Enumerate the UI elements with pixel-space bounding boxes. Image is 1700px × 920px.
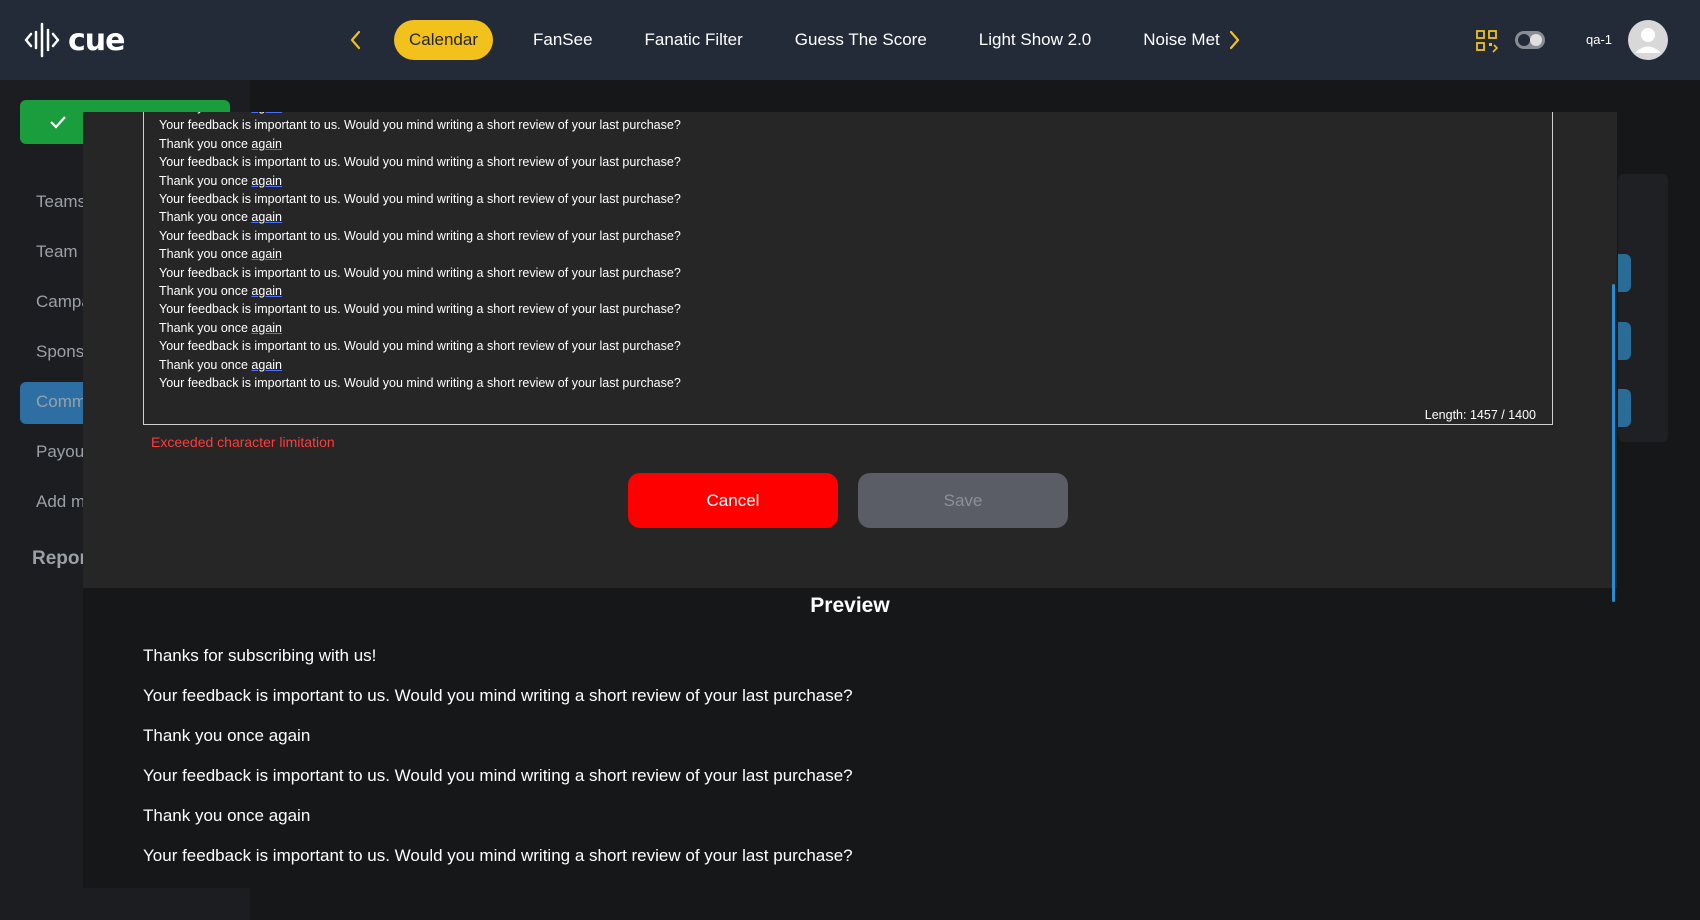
preview-text: Thanks for subscribing with us! Your feed… xyxy=(143,636,853,888)
editor-line: Your feedback is important to us. Would … xyxy=(159,155,681,170)
logo-text: cue xyxy=(68,22,125,58)
editor-line: Thank you once again xyxy=(159,210,283,225)
sidebar-item-communications[interactable]: Comm xyxy=(36,392,86,412)
editor-line: Thank you once again xyxy=(159,136,283,151)
username-label: qa-1 xyxy=(1586,32,1613,47)
tab-fanatic-filter[interactable]: Fanatic Filter xyxy=(631,20,757,60)
tab-light-show[interactable]: Light Show 2.0 xyxy=(965,20,1105,60)
editor-line: Thank you once again xyxy=(159,320,283,335)
message-editor[interactable]: Thank you once again Your feedback is imp… xyxy=(143,112,1553,425)
sidebar-item-sponsors[interactable]: Spons xyxy=(36,342,84,362)
tab-guess-the-score[interactable]: Guess The Score xyxy=(781,20,941,60)
editor-line: Your feedback is important to us. Would … xyxy=(159,265,681,280)
editor-line: Thank you once again xyxy=(159,247,283,262)
user-avatar[interactable] xyxy=(1628,20,1668,60)
tab-fansee[interactable]: FanSee xyxy=(519,20,607,60)
cue-logo[interactable]: cue xyxy=(24,20,125,60)
editor-line: Your feedback is important to us. Would … xyxy=(159,339,681,354)
preview-line: Your feedback is important to us. Would … xyxy=(143,846,853,865)
cancel-button[interactable]: Cancel xyxy=(628,473,838,528)
editor-text: Thank you once again Your feedback is imp… xyxy=(159,112,681,393)
chevron-left-icon[interactable] xyxy=(344,26,368,54)
feature-tabs: Calendar FanSee Fanatic Filter Guess The… xyxy=(394,20,1258,60)
background-button xyxy=(1618,389,1631,427)
tab-calendar[interactable]: Calendar xyxy=(394,20,493,60)
preview-line: Thank you once again xyxy=(143,726,311,745)
preview-line: Thanks for subscribing with us! xyxy=(143,646,377,665)
preview-title: Preview xyxy=(810,594,890,617)
preview-line: Your feedback is important to us. Would … xyxy=(143,766,853,785)
sidebar-item-payouts[interactable]: Payou xyxy=(36,442,84,462)
theme-toggle-icon[interactable] xyxy=(1514,30,1546,50)
editor-line: Your feedback is important to us. Would … xyxy=(159,302,681,317)
preview-line: Thank you once again xyxy=(143,876,853,888)
editor-line: Your feedback is important to us. Would … xyxy=(159,228,681,243)
editor-line: Your feedback is important to us. Would … xyxy=(159,376,681,391)
checkmark-icon xyxy=(50,116,66,129)
edit-message-modal: Thank you once again Your feedback is imp… xyxy=(83,112,1617,888)
tab-noise-meter[interactable]: Noise Met xyxy=(1129,20,1234,60)
sidebar-item-add[interactable]: Add m xyxy=(36,492,85,512)
background-button xyxy=(1618,322,1631,360)
editor-line: Your feedback is important to us. Would … xyxy=(159,192,681,207)
save-button[interactable]: Save xyxy=(858,473,1068,528)
top-navigation-bar: cue Calendar FanSee Fanatic Filter Guess… xyxy=(0,0,1700,80)
character-length-counter: Length: 1457 / 1400 xyxy=(1424,408,1536,422)
preview-line: Your feedback is important to us. Would … xyxy=(143,686,853,705)
user-avatar-icon xyxy=(1635,28,1661,53)
sound-wave-logo-icon xyxy=(24,22,60,58)
editor-line: Your feedback is important to us. Would … xyxy=(159,118,681,133)
editor-line: Thank you once again xyxy=(159,173,283,188)
preview-section: Preview Thanks for subscribing with us! Y… xyxy=(83,588,1617,888)
sidebar-section-reports[interactable]: Repor xyxy=(32,548,87,570)
qr-code-icon[interactable] xyxy=(1475,29,1499,53)
editor-line: Thank you once again xyxy=(159,284,283,299)
preview-line: Thank you once again xyxy=(143,806,311,825)
character-limit-error: Exceeded character limitation xyxy=(151,434,335,450)
sidebar-item-team[interactable]: Team xyxy=(36,242,78,262)
background-button xyxy=(1618,254,1631,292)
editor-line: Thank you once again xyxy=(159,357,283,372)
modal-scrollbar[interactable] xyxy=(1612,284,1615,602)
chevron-right-icon[interactable] xyxy=(1222,26,1246,54)
sidebar-item-teams[interactable]: Teams xyxy=(36,192,86,212)
